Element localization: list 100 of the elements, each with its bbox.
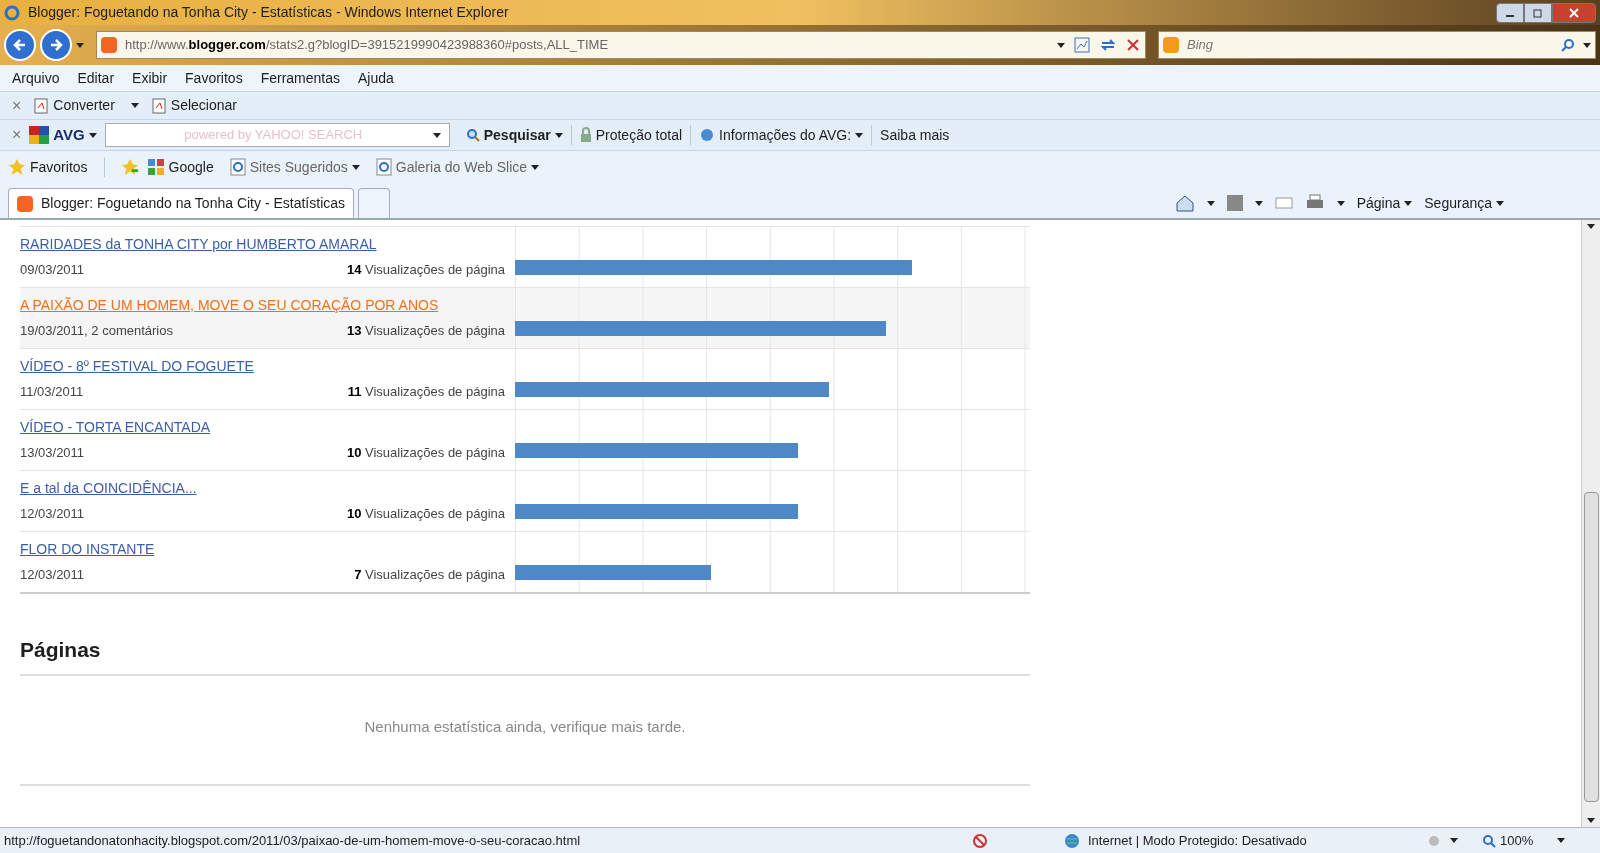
caret-icon bbox=[432, 132, 441, 138]
zoom-icon bbox=[1482, 833, 1496, 848]
caret-icon bbox=[1206, 200, 1215, 206]
browser-icon bbox=[4, 4, 20, 21]
blogger-icon bbox=[17, 195, 33, 212]
right-arrow-icon bbox=[48, 37, 64, 53]
bing-icon bbox=[1163, 37, 1179, 53]
favorites-link[interactable]: Sites Sugeridos bbox=[229, 156, 360, 178]
search-icon[interactable] bbox=[1561, 38, 1575, 52]
page-views: 7 Visualizações de página bbox=[354, 566, 505, 585]
lock-icon bbox=[579, 127, 592, 143]
favorites-link[interactable]: Galeria do Web Slice bbox=[375, 156, 540, 178]
toolbar-button[interactable]: Selecionar bbox=[150, 95, 237, 116]
status-url: http://foguetandonatonhacity.blogspot.com/2011/03/paixao-de-um-homem-move-o-seu-coracao.html bbox=[4, 831, 582, 850]
caret-icon bbox=[1583, 42, 1591, 48]
yahoo-search-input[interactable]: powered by YAHOO! SEARCH bbox=[113, 125, 433, 145]
search-icon bbox=[465, 128, 480, 142]
restore-icon bbox=[1533, 7, 1543, 18]
menu-item[interactable]: Arquivo bbox=[12, 67, 60, 89]
close-toolbar-button[interactable]: × bbox=[12, 93, 22, 118]
command-menu-button[interactable]: Página bbox=[1356, 192, 1413, 214]
yahoo-search-field[interactable]: powered by YAHOO! SEARCH bbox=[104, 123, 450, 147]
search-field[interactable]: Bing bbox=[1158, 31, 1596, 59]
command-menu-button[interactable]: Segurança bbox=[1424, 192, 1504, 214]
toolbar-button[interactable]: Converter bbox=[33, 95, 139, 116]
close-button[interactable] bbox=[1552, 2, 1596, 23]
caret-icon bbox=[1254, 200, 1263, 206]
star-icon bbox=[8, 158, 26, 176]
caret-icon bbox=[1587, 818, 1595, 823]
post-date: 12/03/2011 bbox=[20, 566, 85, 585]
caret-icon bbox=[130, 103, 139, 108]
post-date: 13/03/2011 bbox=[20, 444, 85, 463]
forward-button[interactable] bbox=[40, 29, 72, 61]
document-icon bbox=[150, 97, 167, 114]
caret-icon bbox=[531, 164, 540, 170]
menu-item[interactable]: Favoritos bbox=[185, 67, 243, 89]
menu-item[interactable]: Exibir bbox=[132, 67, 168, 89]
post-date: 19/03/2011, 2 comentários bbox=[20, 322, 173, 341]
page-views: 11 Visualizações de página bbox=[347, 383, 505, 402]
caret-icon bbox=[351, 164, 360, 170]
blogger-icon bbox=[101, 37, 117, 53]
post-date: 12/03/2011 bbox=[20, 505, 85, 524]
restore-button[interactable] bbox=[1524, 2, 1552, 23]
caret-icon bbox=[1587, 224, 1595, 229]
add-favorite-icon[interactable] bbox=[120, 158, 139, 176]
post-link[interactable]: VÍDEO - TORTA ENCANTADA bbox=[20, 417, 211, 439]
post-date: 09/03/2011 bbox=[20, 261, 85, 280]
menu-item[interactable]: Editar bbox=[77, 67, 115, 89]
favorites-link[interactable]: Google bbox=[146, 156, 214, 178]
page-views: 13 Visualizações de página bbox=[346, 322, 505, 341]
caret-icon bbox=[1057, 42, 1065, 48]
page-views: 10 Visualizações de página bbox=[346, 505, 505, 524]
avg-menu-button[interactable]: AVG bbox=[29, 123, 97, 147]
back-button[interactable] bbox=[4, 29, 36, 61]
address-field[interactable]: http://www.blogger.com/stats2.g?blogID=3915219990423988360#posts,ALL_TIME bbox=[96, 31, 1146, 59]
caret-icon bbox=[554, 132, 563, 138]
caret-icon bbox=[1404, 200, 1413, 206]
page-icon bbox=[375, 158, 392, 176]
post-link[interactable]: VÍDEO - 8º FESTIVAL DO FOGUETE bbox=[20, 356, 254, 378]
security-zone: Internet | Modo Protegido: Desativado bbox=[1088, 831, 1308, 850]
section-heading: Páginas bbox=[20, 634, 1030, 676]
browser-tab[interactable]: Blogger: Foguetando na Tonha City - Estatísticas bbox=[8, 188, 355, 218]
minimize-icon bbox=[1506, 14, 1514, 17]
avg-toolbar-button[interactable]: Proteção total bbox=[579, 124, 683, 146]
menu-item[interactable]: Ferramentas bbox=[260, 67, 340, 89]
caret-icon bbox=[76, 42, 84, 48]
close-icon bbox=[1569, 7, 1579, 18]
blocked-icon bbox=[972, 832, 988, 849]
search-button[interactable]: Pesquisar bbox=[465, 124, 563, 146]
home-icon[interactable] bbox=[1174, 194, 1195, 212]
favorites-button[interactable]: Favoritos bbox=[8, 156, 88, 178]
post-link[interactable]: RARIDADES da TONHA CITY por HUMBERTO AMARAL bbox=[20, 234, 377, 256]
post-date: 11/03/2011 bbox=[20, 383, 84, 402]
close-toolbar-button[interactable]: × bbox=[12, 123, 22, 147]
caret-icon bbox=[1336, 200, 1345, 206]
stop-icon[interactable] bbox=[1125, 37, 1141, 53]
empty-message: Nenhuma estatística ainda, verifique mais tarde. bbox=[20, 715, 1030, 786]
post-link[interactable]: FLOR DO INSTANTE bbox=[20, 539, 155, 561]
menu-item[interactable]: Ajuda bbox=[358, 67, 394, 89]
page-views: 14 Visualizações de página bbox=[346, 261, 505, 280]
address-text: http://www.blogger.com/stats2.g?blogID=3915219990423988360#posts,ALL_TIME bbox=[125, 36, 609, 55]
avg-toolbar-button[interactable]: Saiba mais bbox=[880, 124, 950, 146]
squares-icon bbox=[146, 158, 165, 176]
post-link[interactable]: E a tal da COINCIDÊNCIA... bbox=[20, 478, 197, 500]
caret-icon bbox=[88, 132, 97, 138]
minimize-button[interactable] bbox=[1496, 2, 1524, 23]
left-arrow-icon bbox=[12, 37, 28, 53]
scrollbar-thumb[interactable] bbox=[1583, 492, 1599, 802]
caret-icon bbox=[1450, 838, 1458, 843]
caret-icon bbox=[1557, 838, 1566, 843]
window-title: Blogger: Foguetando na Tonha City - Estatísticas - Windows Internet Explorer bbox=[28, 3, 509, 22]
page-views: 10 Visualizações de página bbox=[346, 444, 505, 463]
search-input[interactable]: Bing bbox=[1187, 35, 1553, 55]
caret-icon bbox=[1496, 200, 1504, 206]
compatibility-icon[interactable] bbox=[1073, 36, 1091, 54]
zoom-button[interactable]: 100% bbox=[1482, 830, 1534, 851]
scrollbar[interactable] bbox=[1581, 220, 1600, 827]
avg-toolbar-button[interactable]: Informações do AVG: bbox=[699, 124, 864, 146]
page-icon bbox=[229, 158, 246, 176]
caret-icon bbox=[855, 132, 864, 138]
